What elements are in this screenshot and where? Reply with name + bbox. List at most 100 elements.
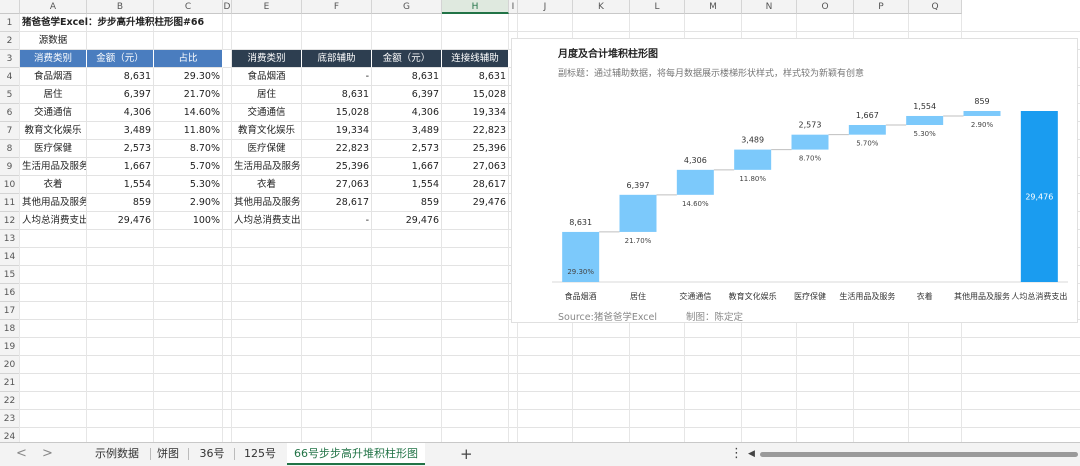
table2-cell[interactable]: 生活用品及服务 [232, 158, 302, 176]
table1-cell[interactable]: 医疗保健 [20, 140, 87, 158]
row-header-21[interactable]: 21 [0, 374, 20, 392]
sheet-tab-0[interactable]: 示例数据 [86, 443, 148, 465]
row-header-18[interactable]: 18 [0, 320, 20, 338]
column-header-g[interactable]: G [372, 0, 442, 14]
row-header-11[interactable]: 11 [0, 194, 20, 212]
row-header-10[interactable]: 10 [0, 176, 20, 194]
source-data-label[interactable]: 源数据 [20, 32, 87, 50]
column-header-j[interactable]: J [518, 0, 573, 14]
column-header-b[interactable]: B [87, 0, 154, 14]
column-header-o[interactable]: O [797, 0, 854, 14]
table1-cell[interactable]: 21.70% [154, 86, 223, 104]
column-header-d[interactable]: D [223, 0, 232, 14]
table1-cell[interactable]: 8,631 [87, 68, 154, 86]
table1-cell[interactable]: 6,397 [87, 86, 154, 104]
row-header-23[interactable]: 23 [0, 410, 20, 428]
table2-cell[interactable]: 教育文化娱乐 [232, 122, 302, 140]
table1-cell[interactable]: 2,573 [87, 140, 154, 158]
table1-cell[interactable]: 交通通信 [20, 104, 87, 122]
table2-cell[interactable]: 1,554 [372, 176, 442, 194]
table2-header[interactable]: 连接线辅助 [442, 50, 509, 68]
column-header-i[interactable]: I [509, 0, 518, 14]
table2-cell[interactable]: 29,476 [442, 194, 509, 212]
column-header-q[interactable]: Q [909, 0, 962, 14]
row-header-20[interactable]: 20 [0, 356, 20, 374]
table1-cell[interactable]: 859 [87, 194, 154, 212]
table1-header[interactable]: 消费类别 [20, 50, 87, 68]
table2-cell[interactable]: 8,631 [372, 68, 442, 86]
table2-cell[interactable]: 4,306 [372, 104, 442, 122]
row-header-2[interactable]: 2 [0, 32, 20, 50]
table2-cell[interactable]: 25,396 [302, 158, 372, 176]
table2-cell[interactable]: 25,396 [442, 140, 509, 158]
table2-cell[interactable]: 859 [372, 194, 442, 212]
column-header-e[interactable]: E [232, 0, 302, 14]
table1-header[interactable]: 占比 [154, 50, 223, 68]
table2-header[interactable]: 金额（元） [372, 50, 442, 68]
table2-cell[interactable]: 1,667 [372, 158, 442, 176]
scroll-left-icon[interactable]: ◀ [748, 443, 755, 465]
table1-cell[interactable]: 其他用品及服务 [20, 194, 87, 212]
column-header-c[interactable]: C [154, 0, 223, 14]
table2-cell[interactable]: 交通通信 [232, 104, 302, 122]
row-header-12[interactable]: 12 [0, 212, 20, 230]
table1-cell[interactable]: 人均总消费支出 [20, 212, 87, 230]
table2-cell[interactable]: 28,617 [442, 176, 509, 194]
row-header-17[interactable]: 17 [0, 302, 20, 320]
table2-cell[interactable]: 医疗保健 [232, 140, 302, 158]
column-header-h[interactable]: H [442, 0, 509, 14]
table1-cell[interactable]: 14.60% [154, 104, 223, 122]
waterfall-chart[interactable]: 月度及合计堆积柱形图 副标题：通过辅助数据，将每月数据展示楼梯形状样式，样式较为… [511, 38, 1078, 323]
table2-cell[interactable]: 8,631 [302, 86, 372, 104]
table2-cell[interactable]: 衣着 [232, 176, 302, 194]
table2-cell[interactable]: 27,063 [442, 158, 509, 176]
column-header-a[interactable]: A [20, 0, 87, 14]
more-options-icon[interactable]: ⋮ [730, 443, 743, 465]
row-header-8[interactable]: 8 [0, 140, 20, 158]
table2-cell[interactable]: 22,823 [442, 122, 509, 140]
table1-header[interactable]: 金额（元） [87, 50, 154, 68]
table1-cell[interactable]: 1,554 [87, 176, 154, 194]
table1-cell[interactable]: 8.70% [154, 140, 223, 158]
table2-cell[interactable] [442, 212, 509, 230]
table1-cell[interactable]: 100% [154, 212, 223, 230]
table2-cell[interactable]: 19,334 [302, 122, 372, 140]
table2-cell[interactable]: 15,028 [442, 86, 509, 104]
horizontal-scrollbar[interactable] [760, 452, 1078, 457]
table1-cell[interactable]: 3,489 [87, 122, 154, 140]
table1-cell[interactable]: 食品烟酒 [20, 68, 87, 86]
row-header-5[interactable]: 5 [0, 86, 20, 104]
row-header-6[interactable]: 6 [0, 104, 20, 122]
table2-cell[interactable]: 2,573 [372, 140, 442, 158]
table2-cell[interactable]: 3,489 [372, 122, 442, 140]
table2-cell[interactable]: 27,063 [302, 176, 372, 194]
table1-cell[interactable]: 教育文化娱乐 [20, 122, 87, 140]
add-sheet-button[interactable]: + [460, 443, 473, 465]
row-header-15[interactable]: 15 [0, 266, 20, 284]
table2-cell[interactable]: 19,334 [442, 104, 509, 122]
table2-cell[interactable]: - [302, 68, 372, 86]
sheet-tab-3[interactable]: 125号 [236, 443, 284, 465]
row-header-24[interactable]: 24 [0, 428, 20, 442]
table2-cell[interactable]: 食品烟酒 [232, 68, 302, 86]
row-header-3[interactable]: 3 [0, 50, 20, 68]
table1-cell[interactable]: 生活用品及服务 [20, 158, 87, 176]
next-sheet-icon[interactable]: > [42, 443, 53, 465]
column-header-m[interactable]: M [685, 0, 742, 14]
column-header-p[interactable]: P [854, 0, 909, 14]
table2-cell[interactable]: 8,631 [442, 68, 509, 86]
table2-header[interactable]: 底部辅助 [302, 50, 372, 68]
table1-cell[interactable]: 居住 [20, 86, 87, 104]
table1-cell[interactable]: 4,306 [87, 104, 154, 122]
sheet-tab-2[interactable]: 36号 [192, 443, 232, 465]
table1-cell[interactable]: 衣着 [20, 176, 87, 194]
sheet-tab-1[interactable]: 饼图 [150, 443, 186, 465]
table2-cell[interactable]: 29,476 [372, 212, 442, 230]
column-header-n[interactable]: N [742, 0, 797, 14]
row-header-4[interactable]: 4 [0, 68, 20, 86]
sheet-title[interactable]: 猪爸爸学Excel：步步高升堆积柱形图#66 [20, 14, 232, 32]
table2-cell[interactable]: 22,823 [302, 140, 372, 158]
select-all-corner[interactable] [0, 0, 20, 14]
row-header-19[interactable]: 19 [0, 338, 20, 356]
row-header-16[interactable]: 16 [0, 284, 20, 302]
